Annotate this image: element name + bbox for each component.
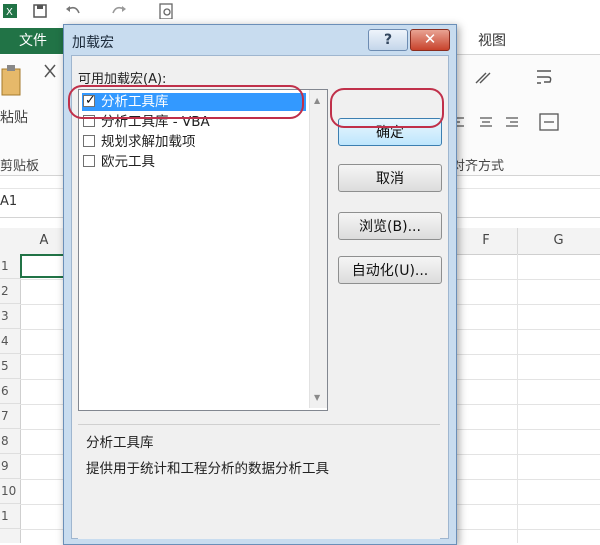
print-preview-icon[interactable] — [158, 3, 174, 19]
name-box[interactable]: A1 — [0, 194, 17, 209]
column-header-g[interactable]: G — [517, 228, 600, 254]
description-box: 分析工具库 提供用于统计和工程分析的数据分析工具 — [78, 424, 440, 539]
scroll-down-icon[interactable]: ▼ — [314, 393, 320, 402]
row-header[interactable]: 3 — [0, 304, 20, 329]
check-mark-icon: ✓ — [85, 93, 96, 108]
listbox-scrollbar[interactable]: ▲ ▼ — [309, 90, 327, 408]
row-header[interactable]: 9 — [0, 454, 20, 479]
addin-label: 欧元工具 — [101, 154, 155, 170]
row-header[interactable]: 4 — [0, 329, 20, 354]
alignment-icons[interactable] — [450, 115, 530, 131]
close-button[interactable]: ✕ — [410, 29, 450, 51]
wrap-text-icon[interactable] — [534, 67, 556, 89]
addin-analysis-toolpak-vba[interactable]: 分析工具库 - VBA — [82, 113, 306, 131]
row-header-column: 1 2 3 4 5 6 7 8 9 10 1 — [0, 254, 21, 543]
dialog-title: 加载宏 — [72, 35, 114, 51]
available-addins-label: 可用加载宏(A): — [78, 72, 167, 87]
addin-analysis-toolpak[interactable]: ✓ 分析工具库 — [82, 93, 306, 111]
undo-icon[interactable] — [64, 3, 80, 19]
addin-checkbox[interactable] — [83, 135, 95, 147]
tab-view[interactable]: 视图 — [478, 30, 506, 50]
row-header[interactable]: 10 — [0, 479, 20, 504]
description-text: 提供用于统计和工程分析的数据分析工具 — [86, 461, 329, 477]
clipboard-group-label: 剪贴板 — [0, 159, 40, 174]
automation-button[interactable]: 自动化(U)... — [338, 256, 442, 284]
excel-app-icon: X — [3, 4, 17, 18]
addin-label: 分析工具库 — [101, 94, 169, 110]
row-header[interactable]: 7 — [0, 404, 20, 429]
row-header[interactable]: 8 — [0, 429, 20, 454]
dialog-body: 可用加载宏(A): ✓ 分析工具库 分析工具库 - VBA 规划求解加载项 欧元… — [71, 55, 449, 539]
addin-label: 规划求解加载项 — [101, 134, 196, 150]
addin-checkbox[interactable] — [83, 115, 95, 127]
ok-button[interactable]: 确定 — [338, 118, 442, 146]
column-header-a[interactable]: A — [20, 228, 69, 254]
addin-label: 分析工具库 - VBA — [101, 114, 210, 130]
browse-button[interactable]: 浏览(B)... — [338, 212, 442, 240]
paste-icon[interactable] — [0, 63, 22, 107]
row-header[interactable]: 1 — [0, 504, 20, 529]
quick-access-toolbar: X — [0, 0, 600, 24]
addin-checkbox[interactable] — [83, 155, 95, 167]
scroll-up-icon[interactable]: ▲ — [314, 96, 320, 105]
file-tab[interactable]: 文件 — [0, 28, 66, 54]
cancel-button[interactable]: 取消 — [338, 164, 442, 192]
column-header-f[interactable]: F — [455, 228, 518, 254]
save-icon[interactable] — [32, 3, 48, 19]
paste-label[interactable]: 粘贴 — [0, 107, 28, 127]
svg-text:X: X — [6, 7, 13, 18]
addin-checkbox[interactable]: ✓ — [83, 93, 96, 108]
row-header[interactable]: 5 — [0, 354, 20, 379]
addin-euro-tools[interactable]: 欧元工具 — [82, 153, 306, 171]
grid-line — [517, 254, 518, 543]
help-button[interactable]: ? — [368, 29, 408, 51]
redo-icon[interactable] — [110, 3, 126, 19]
addins-listbox[interactable]: ✓ 分析工具库 分析工具库 - VBA 规划求解加载项 欧元工具 ▲ ▼ — [78, 89, 328, 411]
selected-cell-a1[interactable] — [20, 254, 68, 278]
row-header[interactable]: 6 — [0, 379, 20, 404]
addins-dialog: 加载宏 ? ✕ 可用加载宏(A): ✓ 分析工具库 分析工具库 - VBA 规划… — [63, 24, 457, 545]
addin-solver[interactable]: 规划求解加载项 — [82, 133, 306, 151]
description-title: 分析工具库 — [86, 435, 154, 451]
orientation-icon[interactable] — [472, 69, 512, 87]
merge-center-icon[interactable] — [538, 111, 578, 133]
cut-icon[interactable] — [42, 63, 58, 79]
alignment-group-label: 对齐方式 — [452, 159, 505, 174]
row-header[interactable]: 2 — [0, 279, 20, 304]
row-header[interactable]: 1 — [0, 254, 20, 279]
